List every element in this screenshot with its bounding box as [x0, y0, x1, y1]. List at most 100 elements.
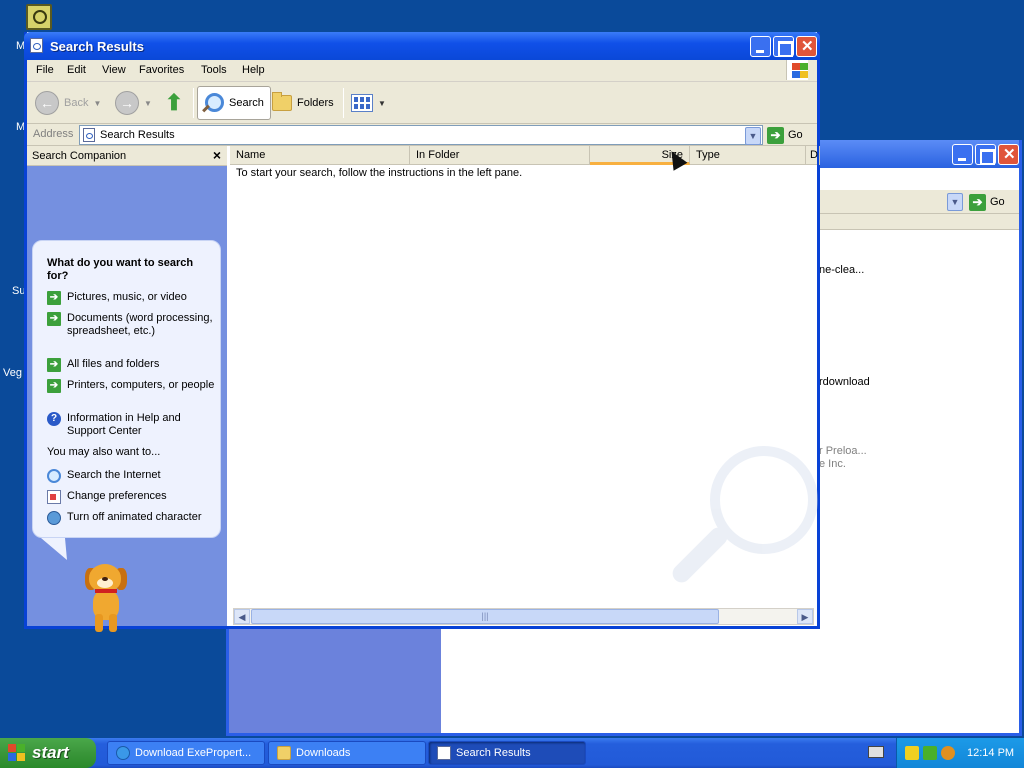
menu-edit[interactable]: Edit	[67, 64, 86, 76]
taskbar-item-downloads[interactable]: Downloads	[268, 741, 426, 765]
address-dropdown-button[interactable]: ▼	[745, 127, 761, 145]
search-companion-header: Search Companion ×	[27, 146, 227, 166]
search-doc-icon	[83, 128, 95, 142]
network-icon[interactable]	[923, 746, 937, 760]
back-button[interactable]: ← Back ▼	[35, 86, 101, 120]
column-header-in-folder[interactable]: In Folder	[410, 146, 590, 165]
search-button[interactable]: Search	[197, 86, 271, 120]
empty-results-message: To start your search, follow the instruc…	[236, 167, 523, 179]
option-label: Search the Internet	[67, 469, 161, 481]
option-pictures-music-video[interactable]: ➔ Pictures, music, or video	[47, 291, 215, 305]
back-dropdown-icon[interactable]: ▼	[93, 99, 101, 108]
green-arrow-icon: ➔	[47, 379, 61, 393]
views-button[interactable]: ▼	[351, 86, 386, 120]
toolbar: ← Back ▼ → ▼ ⬆ Search Folders ▼	[27, 82, 817, 124]
column-header-date[interactable]: D	[806, 146, 820, 165]
green-arrow-icon: ➔	[47, 358, 61, 372]
address-bar: Address Search Results ▼ ➔ Go	[27, 124, 817, 146]
green-arrow-icon: ➔	[47, 291, 61, 305]
scroll-right-button[interactable]: ▶	[797, 609, 813, 624]
column-headers: Name In Folder Size Type D	[230, 146, 820, 165]
file-publisher: e Inc.	[819, 458, 846, 470]
window-titlebar[interactable]: Search Results	[24, 32, 820, 60]
maximize-button[interactable]	[975, 144, 996, 165]
forward-dropdown-icon[interactable]: ▼	[144, 99, 152, 108]
search-doc-icon	[30, 38, 43, 53]
menu-favorites[interactable]: Favorites	[139, 64, 184, 76]
search-companion-title: Search Companion	[32, 150, 127, 162]
bubble-tail	[40, 538, 74, 560]
option-help-support[interactable]: ? Information in Help and Support Center	[47, 412, 215, 438]
start-button[interactable]: start	[0, 738, 96, 768]
taskbar-item-search-results[interactable]: Search Results	[428, 741, 586, 765]
also-want-label: You may also want to...	[47, 446, 161, 458]
option-printers-computers-people[interactable]: ➔ Printers, computers, or people	[47, 379, 215, 393]
go-arrow-icon: ➔	[767, 126, 784, 144]
menu-help[interactable]: Help	[242, 64, 265, 76]
search-tray-icon[interactable]	[941, 746, 955, 760]
file-name[interactable]: ne-clea...	[819, 264, 864, 276]
keyboard-icon[interactable]	[868, 746, 884, 758]
address-input[interactable]: Search Results ▼	[79, 125, 763, 145]
menubar: File Edit View Favorites Tools Help	[27, 60, 817, 82]
column-header-name[interactable]: Name	[230, 146, 410, 165]
option-label: Turn off animated character	[67, 511, 202, 523]
minimize-button[interactable]	[952, 144, 973, 165]
close-button[interactable]	[796, 36, 817, 57]
windows-logo-icon	[786, 60, 808, 80]
maximize-button[interactable]	[773, 36, 794, 57]
search-doc-icon	[437, 746, 451, 760]
windows-logo-icon	[8, 744, 26, 762]
horizontal-scrollbar[interactable]: ◀ ||| ▶	[233, 608, 814, 625]
folder-icon	[277, 746, 291, 760]
go-button[interactable]: ➔ Go	[969, 193, 1005, 211]
close-button[interactable]	[998, 144, 1019, 165]
option-turn-off-character[interactable]: Turn off animated character	[47, 511, 215, 525]
up-button[interactable]: ⬆	[163, 86, 185, 120]
taskbar-item-label: Downloads	[296, 747, 351, 759]
close-pane-icon[interactable]: ×	[213, 147, 221, 163]
option-label: Pictures, music, or video	[67, 291, 187, 303]
taskbar-item-download[interactable]: Download ExePropert...	[107, 741, 265, 765]
scroll-thumb[interactable]: |||	[251, 609, 719, 624]
back-arrow-icon: ←	[35, 91, 59, 115]
column-header-type[interactable]: Type	[690, 146, 806, 165]
option-documents[interactable]: ➔ Documents (word processing, spreadshee…	[47, 312, 215, 338]
clock[interactable]: 12:14 PM	[967, 747, 1014, 759]
file-name[interactable]: r Preloa...	[819, 445, 867, 457]
address-dropdown-button[interactable]: ▼	[947, 193, 963, 211]
start-label: start	[32, 743, 69, 762]
forward-button[interactable]: → ▼	[115, 86, 152, 120]
folder-up-icon: ⬆	[164, 90, 184, 115]
back-label: Back	[64, 97, 89, 109]
taskbar-item-label: Download ExePropert...	[135, 747, 252, 759]
security-shield-icon[interactable]	[905, 746, 919, 760]
folders-button[interactable]: Folders	[272, 86, 334, 120]
scroll-left-button[interactable]: ◀	[234, 609, 250, 624]
green-arrow-icon: ➔	[47, 312, 61, 326]
option-all-files-folders[interactable]: ➔ All files and folders	[47, 358, 215, 372]
option-label: Change preferences	[67, 490, 167, 502]
desktop-shortcut-icon[interactable]	[26, 4, 52, 30]
option-search-internet[interactable]: Search the Internet	[47, 469, 215, 483]
file-name[interactable]: rdownload	[819, 376, 870, 388]
option-label: Printers, computers, or people	[67, 379, 215, 391]
search-question: What do you want to search for?	[47, 257, 194, 282]
toolbar-separator	[193, 88, 194, 118]
search-dog-character[interactable]	[77, 564, 139, 636]
search-results-window[interactable]: Search Results File Edit View Favorites …	[24, 32, 820, 632]
option-label: Information in Help and Support Center	[67, 412, 181, 437]
minimize-button[interactable]	[750, 36, 771, 57]
option-change-preferences[interactable]: Change preferences	[47, 490, 215, 504]
magnifier-watermark-icon	[665, 446, 818, 596]
search-icon	[200, 91, 224, 115]
results-pane: Name In Folder Size Type D To start your…	[230, 146, 820, 626]
go-button[interactable]: ➔ Go	[767, 126, 803, 144]
menu-tools[interactable]: Tools	[201, 64, 227, 76]
internet-search-icon	[47, 469, 61, 483]
preferences-icon	[47, 490, 61, 504]
folders-label: Folders	[297, 97, 334, 109]
menu-view[interactable]: View	[102, 64, 126, 76]
menu-file[interactable]: File	[36, 64, 54, 76]
character-icon	[47, 511, 61, 525]
